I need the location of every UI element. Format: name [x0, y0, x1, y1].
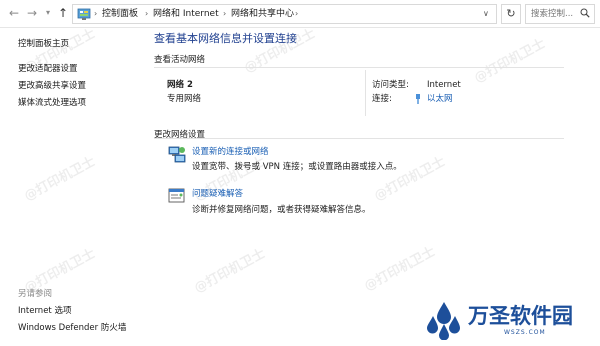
refresh-icon: ↻	[506, 7, 516, 20]
sidebar-item-media-streaming[interactable]: 媒体流式处理选项	[18, 97, 86, 109]
access-type-value: Internet	[427, 80, 461, 90]
setup-new-connection-description: 设置宽带、拨号或 VPN 连接；或设置路由器或接入点。	[192, 162, 402, 172]
breadcrumb-item-network-internet[interactable]: 网络和 Internet	[153, 7, 219, 21]
watermark: @打印机卫士	[471, 36, 548, 87]
watermark: @打印机卫士	[191, 246, 268, 297]
logo-url: WSZS.COM	[504, 329, 546, 336]
breadcrumb[interactable]: › 控制面板 › 网络和 Internet › 网络和共享中心 › ∨	[72, 4, 497, 24]
breadcrumb-item-network-sharing-center[interactable]: 网络和共享中心	[231, 7, 294, 21]
site-logo: 万圣软件园 WSZS.COM	[420, 296, 600, 346]
back-arrow-icon[interactable]: ←	[6, 5, 22, 21]
network-setup-icon	[168, 146, 186, 163]
divider	[365, 70, 366, 116]
refresh-button[interactable]: ↻	[501, 4, 521, 24]
sidebar-item-windows-firewall[interactable]: Windows Defender 防火墙	[18, 322, 126, 334]
network-type[interactable]: 专用网络	[167, 93, 201, 105]
setup-new-connection-link[interactable]: 设置新的连接或网络	[192, 146, 269, 158]
breadcrumb-item-control-panel[interactable]: 控制面板	[102, 7, 138, 21]
address-dropdown-icon[interactable]: ∨	[483, 7, 489, 21]
ethernet-icon	[416, 94, 420, 104]
divider	[154, 138, 564, 139]
forward-arrow-icon[interactable]: →	[24, 5, 40, 21]
page-title: 查看基本网络信息并设置连接	[154, 32, 297, 45]
divider	[154, 67, 564, 68]
up-arrow-icon[interactable]: ↑	[55, 5, 71, 21]
network-name: 网络 2	[167, 80, 193, 90]
sidebar-item-control-panel-home[interactable]: 控制面板主页	[18, 38, 69, 50]
watermark: @打印机卫士	[371, 154, 448, 205]
breadcrumb-separator-icon: ›	[295, 9, 299, 18]
see-also-heading: 另请参阅	[18, 289, 53, 299]
sidebar-item-change-adapter-settings[interactable]: 更改适配器设置	[18, 63, 78, 75]
troubleshoot-problems-description: 诊断并修复网络问题，或者获得疑难解答信息。	[192, 205, 371, 215]
recent-locations-chevron-icon[interactable]: ▾	[40, 5, 56, 21]
sidebar-item-internet-options[interactable]: Internet 选项	[18, 305, 71, 317]
ethernet-connection-link[interactable]: 以太网	[427, 93, 453, 105]
watermark: @打印机卫士	[21, 154, 98, 205]
breadcrumb-separator-icon: ›	[94, 9, 98, 18]
troubleshoot-problems-link[interactable]: 问题疑难解答	[192, 188, 243, 200]
breadcrumb-separator-icon: ›	[223, 9, 227, 18]
watermark: @打印机卫士	[361, 244, 438, 295]
search-box[interactable]	[525, 4, 595, 24]
connections-label: 连接:	[372, 94, 392, 104]
active-networks-label: 查看活动网络	[154, 55, 206, 65]
access-type-label: 访问类型:	[372, 80, 409, 90]
search-icon[interactable]	[580, 8, 590, 18]
control-panel-icon	[77, 8, 91, 20]
breadcrumb-separator-icon: ›	[145, 9, 149, 18]
logo-name: 万圣软件园	[468, 303, 573, 328]
logo-drops-icon	[427, 302, 460, 340]
sidebar-item-change-advanced-sharing[interactable]: 更改高级共享设置	[18, 80, 86, 92]
troubleshoot-icon	[168, 188, 185, 203]
search-input[interactable]	[526, 5, 580, 23]
